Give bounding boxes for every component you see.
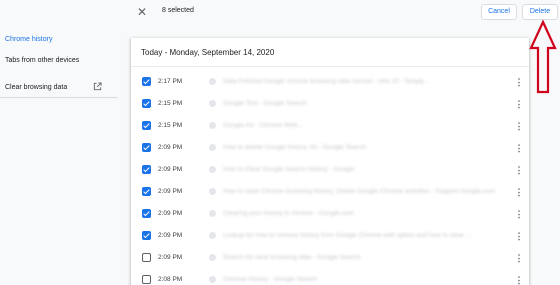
more-actions-icon[interactable]: ⋮: [514, 98, 524, 110]
card-divider: [131, 66, 529, 67]
history-row[interactable]: 2:09 PM Lookup for how to remove history …: [131, 225, 560, 247]
row-title-link[interactable]: Search for clear browsing data - Google …: [223, 254, 360, 261]
row-title-link[interactable]: How to delete Google history: All - Goog…: [223, 144, 366, 151]
sidebar-divider: [0, 97, 118, 98]
row-title-link[interactable]: Chrome History - Google Search: [223, 276, 317, 283]
site-favicon-icon: [209, 188, 216, 195]
site-favicon-icon: [209, 100, 216, 107]
row-checkbox[interactable]: [142, 77, 151, 86]
selection-toolbar: ✕ 8 selected Cancel Delete: [0, 0, 560, 25]
row-time: 2:08 PM: [158, 276, 183, 283]
more-actions-icon[interactable]: ⋮: [514, 120, 524, 132]
row-time: 2:15 PM: [158, 122, 183, 129]
more-actions-icon[interactable]: ⋮: [514, 76, 524, 88]
row-checkbox[interactable]: [142, 275, 151, 284]
annotation-arrow-icon: [529, 20, 557, 94]
selected-count: 8 selected: [162, 7, 194, 14]
row-time: 2:09 PM: [158, 210, 183, 217]
site-favicon-icon: [209, 276, 216, 283]
history-row[interactable]: 2:09 PM How to Clear Google Search Histor…: [131, 159, 560, 181]
history-row[interactable]: 2:15 PM Google Test - Google Search ⋮: [131, 93, 560, 115]
site-favicon-icon: [209, 210, 216, 217]
row-title-link[interactable]: Clearing your history in chrome - Google…: [223, 210, 354, 217]
history-row[interactable]: 2:09 PM How to clear Chrome browsing hist…: [131, 181, 560, 203]
history-row[interactable]: 2:15 PM Google Ad - Chrome Web... ⋮: [131, 115, 560, 137]
close-icon[interactable]: ✕: [136, 5, 148, 19]
row-title-link[interactable]: Data Fetched Google chrome browsing data…: [223, 78, 429, 85]
sidebar: Chrome history Tabs from other devices C…: [0, 25, 120, 285]
row-title-link[interactable]: Google Test - Google Search: [223, 100, 307, 107]
row-time: 2:09 PM: [158, 144, 183, 151]
row-time: 2:09 PM: [158, 166, 183, 173]
site-favicon-icon: [209, 254, 216, 261]
more-actions-icon[interactable]: ⋮: [514, 164, 524, 176]
more-actions-icon[interactable]: ⋮: [514, 274, 524, 285]
row-title-link[interactable]: Lookup for how to remove history from Go…: [223, 232, 471, 239]
row-checkbox[interactable]: [142, 99, 151, 108]
row-title-link[interactable]: How to clear Chrome browsing history: De…: [223, 188, 495, 195]
row-time: 2:09 PM: [158, 254, 183, 261]
history-row[interactable]: 2:08 PM Chrome History - Google Search ⋮: [131, 269, 560, 285]
row-title-link[interactable]: How to Clear Google Search History - Goo…: [223, 166, 355, 173]
row-time: 2:09 PM: [158, 232, 183, 239]
row-checkbox[interactable]: [142, 253, 151, 262]
history-row[interactable]: 2:09 PM How to delete Google history: All…: [131, 137, 560, 159]
site-favicon-icon: [209, 122, 216, 129]
date-header: Today - Monday, September 14, 2020: [141, 48, 275, 57]
history-row[interactable]: 2:17 PM Data Fetched Google chrome browsi…: [131, 71, 560, 93]
row-checkbox[interactable]: [142, 121, 151, 130]
row-time: 2:17 PM: [158, 78, 183, 85]
cancel-button[interactable]: Cancel: [481, 4, 517, 20]
more-actions-icon[interactable]: ⋮: [514, 230, 524, 242]
row-title-link[interactable]: Google Ad - Chrome Web...: [223, 122, 303, 129]
site-favicon-icon: [209, 144, 216, 151]
sidebar-item-clear-browsing-data[interactable]: Clear browsing data: [5, 84, 67, 91]
more-actions-icon[interactable]: ⋮: [514, 208, 524, 220]
more-actions-icon[interactable]: ⋮: [514, 142, 524, 154]
row-time: 2:15 PM: [158, 100, 183, 107]
history-row[interactable]: 2:09 PM Search for clear browsing data - …: [131, 247, 560, 269]
delete-button[interactable]: Delete: [522, 4, 558, 20]
row-checkbox[interactable]: [142, 231, 151, 240]
sidebar-item-tabs-other-devices[interactable]: Tabs from other devices: [5, 57, 79, 64]
site-favicon-icon: [209, 166, 216, 173]
row-checkbox[interactable]: [142, 187, 151, 196]
row-checkbox[interactable]: [142, 165, 151, 174]
sidebar-item-chrome-history[interactable]: Chrome history: [5, 36, 52, 43]
row-checkbox[interactable]: [142, 209, 151, 218]
more-actions-icon[interactable]: ⋮: [514, 186, 524, 198]
site-favicon-icon: [209, 78, 216, 85]
row-time: 2:09 PM: [158, 188, 183, 195]
open-in-new-icon[interactable]: [93, 82, 102, 91]
more-actions-icon[interactable]: ⋮: [514, 252, 524, 264]
history-row[interactable]: 2:09 PM Clearing your history in chrome -…: [131, 203, 560, 225]
history-card: Today - Monday, September 14, 2020 2:17 …: [131, 38, 529, 285]
row-checkbox[interactable]: [142, 143, 151, 152]
site-favicon-icon: [209, 232, 216, 239]
